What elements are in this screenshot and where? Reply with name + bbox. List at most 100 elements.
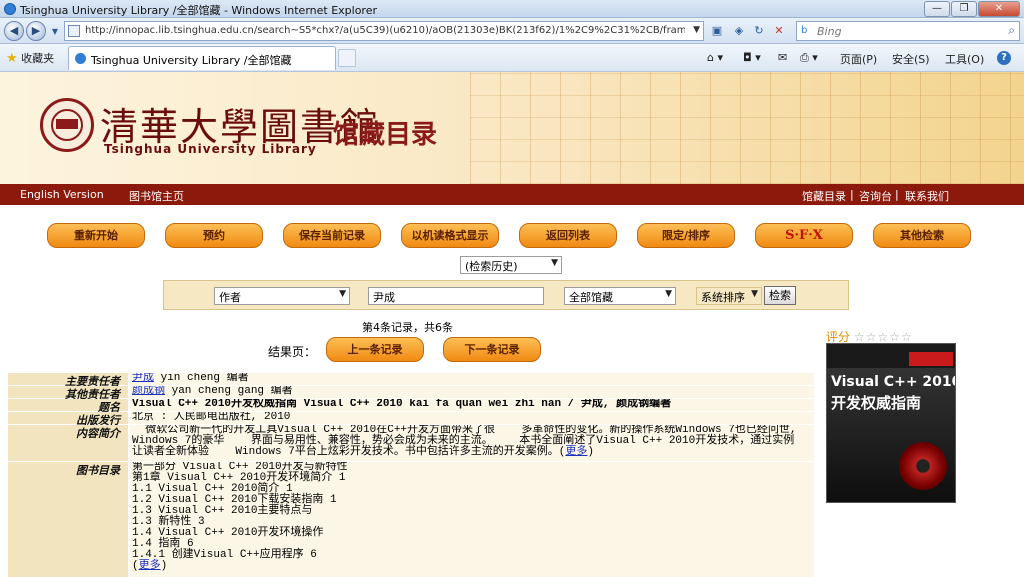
other-author-link[interactable]: 颜成钢 xyxy=(132,386,165,397)
forward-button[interactable]: ▶ xyxy=(26,21,46,41)
menu-separator: | xyxy=(850,188,854,201)
book-cover-image[interactable]: Visual C++ 2010 开发权威指南 xyxy=(826,343,956,503)
record-detail: 主要责任者 尹成 yin cheng 编著 其他责任者 颜成钢 yan chen… xyxy=(8,373,814,577)
search-submit-button[interactable]: 检索 xyxy=(764,286,796,305)
feeds-icon[interactable]: ◘ ▾ xyxy=(743,51,761,64)
save-record-button[interactable]: 保存当前记录 xyxy=(283,223,381,248)
search-icon[interactable]: ⌕ xyxy=(1008,23,1015,38)
main-author-link[interactable]: 尹成 xyxy=(132,373,154,384)
back-button[interactable]: ◀ xyxy=(4,21,24,41)
ie-icon xyxy=(4,3,16,15)
menu-separator: | xyxy=(895,188,899,201)
search-box[interactable]: b Bing ⌕ xyxy=(796,21,1020,41)
search-placeholder: Bing xyxy=(817,25,842,38)
rss-icon[interactable]: ◈ xyxy=(730,22,748,40)
library-header: 清華大學圖書館 Tsinghua University Library 馆藏目录 xyxy=(0,72,1024,184)
help-icon[interactable]: ? xyxy=(997,51,1011,65)
toc-row: 图书目录 第一部分 Visual C++ 2010开发与新特性 第1章 Visu… xyxy=(8,462,814,577)
chevron-down-icon: ▼ xyxy=(339,289,346,299)
publisher-row: 出版发行 北京 : 人民邮电出版社, 2010 xyxy=(8,412,814,427)
tools-menu[interactable]: 工具(O) xyxy=(945,51,984,67)
browser-tab[interactable]: Tsinghua University Library /全部馆藏 xyxy=(68,46,336,70)
page-menu[interactable]: 页面(P) xyxy=(840,51,877,67)
favorites-button[interactable]: ★ 收藏夹 xyxy=(6,50,54,66)
chevron-down-icon: ▼ xyxy=(665,289,672,299)
toc-line: 1.4.1 创建Visual C++应用程序 6 xyxy=(132,549,317,561)
catalog-link[interactable]: 馆藏目录 xyxy=(802,188,846,204)
window-title: Tsinghua University Library /全部馆藏 - Wind… xyxy=(20,4,378,17)
summary-value: 微软公司新一代的开发工具Visual C++ 2010在C++开发方面带来了很 … xyxy=(130,425,814,461)
chevron-down-icon: ▼ xyxy=(551,258,558,268)
close-window-button[interactable]: ✕ xyxy=(978,1,1020,17)
header-decoration xyxy=(470,72,1024,184)
navigation-bar: ◀ ▶ ▼ http://innopac.lib.tsinghua.edu.cn… xyxy=(0,18,1024,44)
new-tab-button[interactable] xyxy=(338,49,356,67)
search-scope-select[interactable]: 全部馆藏 ▼ xyxy=(564,287,676,305)
favorites-bar: ★ 收藏夹 Tsinghua University Library /全部馆藏 … xyxy=(0,44,1024,72)
cd-disc-icon xyxy=(899,442,947,490)
catalog-title: 馆藏目录 xyxy=(333,120,438,150)
search-field-select[interactable]: 作者 ▼ xyxy=(214,287,350,305)
reserve-button[interactable]: 预约 xyxy=(165,223,263,248)
title-value: Visual C++ 2010开发权威指南 Visual C++ 2010 ka… xyxy=(130,399,814,411)
search-history-select[interactable]: (检索历史) ▼ xyxy=(460,256,562,274)
summary-row: 内容简介 微软公司新一代的开发工具Visual C++ 2010在C++开发方面… xyxy=(8,425,814,461)
other-search-button[interactable]: 其他检索 xyxy=(873,223,971,248)
compatibility-icon[interactable]: ▣ xyxy=(708,22,726,40)
other-author-value: 颜成钢 yan cheng gang 编著 xyxy=(130,386,814,398)
tsinghua-seal-logo[interactable] xyxy=(40,98,94,152)
ask-desk-link[interactable]: 咨询台 xyxy=(859,188,892,204)
other-author-label: 其他责任者 xyxy=(8,386,128,401)
prev-record-button[interactable]: 上一条记录 xyxy=(326,337,424,362)
page-icon xyxy=(68,25,80,37)
minimize-button[interactable]: — xyxy=(924,1,950,17)
sfx-button[interactable]: S·F·X xyxy=(755,223,853,248)
sort-select[interactable]: 系统排序 ▼ xyxy=(696,287,762,305)
title-label: 题名 xyxy=(8,399,128,414)
main-author-value: 尹成 yin cheng 编著 xyxy=(130,373,814,385)
tab-title: Tsinghua University Library /全部馆藏 xyxy=(91,54,292,67)
main-author-label: 主要责任者 xyxy=(8,373,128,388)
main-author-row: 主要责任者 尹成 yin cheng 编著 xyxy=(8,373,814,388)
other-author-row: 其他责任者 颜成钢 yan cheng gang 编著 xyxy=(8,386,814,401)
toc-value: 第一部分 Visual C++ 2010开发与新特性 第1章 Visual C+… xyxy=(130,462,814,577)
address-bar[interactable]: http://innopac.lib.tsinghua.edu.cn/searc… xyxy=(64,21,704,41)
record-count: 第4条记录，共6条 xyxy=(362,321,453,334)
stop-icon[interactable]: ✕ xyxy=(770,22,788,40)
search-term-input[interactable]: 尹成 xyxy=(368,287,544,305)
print-icon[interactable]: ⎙ ▾ xyxy=(800,51,818,65)
title-row: 题名 Visual C++ 2010开发权威指南 Visual C++ 2010… xyxy=(8,399,814,414)
marc-display-button[interactable]: 以机读格式显示 xyxy=(401,223,499,248)
english-version-link[interactable]: English Version xyxy=(20,188,104,201)
summary-more-link[interactable]: 更多 xyxy=(565,446,587,458)
next-record-button[interactable]: 下一条记录 xyxy=(443,337,541,362)
star-icon: ★ xyxy=(6,51,18,66)
toc-line: 1.3 Visual C++ 2010主要特点与 xyxy=(132,505,313,517)
mail-icon[interactable]: ✉ xyxy=(778,51,787,64)
home-icon[interactable]: ⌂ ▾ xyxy=(707,51,723,64)
site-menubar: English Version 图书馆主页 馆藏目录 | 咨询台 | 联系我们 xyxy=(0,184,1024,205)
tab-ie-icon xyxy=(75,53,86,64)
chevron-down-icon: ▼ xyxy=(751,289,758,299)
summary-label: 内容简介 xyxy=(8,425,128,461)
contact-link[interactable]: 联系我们 xyxy=(905,188,949,204)
limit-sort-button[interactable]: 限定/排序 xyxy=(637,223,735,248)
sfx-label: S·F·X xyxy=(785,228,823,243)
safety-menu[interactable]: 安全(S) xyxy=(892,51,930,67)
library-home-link[interactable]: 图书馆主页 xyxy=(129,188,184,204)
refresh-icon[interactable]: ↻ xyxy=(750,22,768,40)
toc-label: 图书目录 xyxy=(8,462,128,577)
restart-button[interactable]: 重新开始 xyxy=(47,223,145,248)
address-dropdown-icon[interactable]: ▼ xyxy=(693,25,700,35)
history-dropdown-icon[interactable]: ▼ xyxy=(46,23,64,41)
window-titlebar: Tsinghua University Library /全部馆藏 - Wind… xyxy=(0,0,1024,18)
restore-button[interactable]: ❐ xyxy=(951,1,977,17)
rating-stars-icon[interactable]: ☆☆☆☆☆ xyxy=(854,330,913,344)
logo-english[interactable]: Tsinghua University Library xyxy=(104,142,317,156)
address-url: http://innopac.lib.tsinghua.edu.cn/searc… xyxy=(85,25,685,36)
back-to-list-button[interactable]: 返回列表 xyxy=(519,223,617,248)
publisher-label: 出版发行 xyxy=(8,412,128,427)
toc-more-link[interactable]: 更多 xyxy=(139,560,161,572)
bing-icon: b xyxy=(801,25,808,36)
toc-line: 1.4 Visual C++ 2010开发环境操作 xyxy=(132,527,324,539)
